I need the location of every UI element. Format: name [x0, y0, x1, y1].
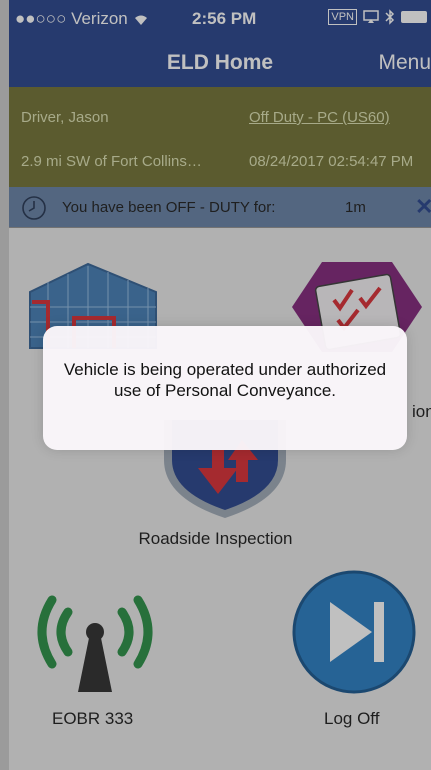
app-screen: ●●○○○ Verizon 2:56 PM VPN ELD Home Menu …	[0, 0, 431, 770]
alert-dialog: Vehicle is being operated under authoriz…	[43, 326, 407, 450]
alert-message: Vehicle is being operated under authoriz…	[63, 360, 387, 400]
